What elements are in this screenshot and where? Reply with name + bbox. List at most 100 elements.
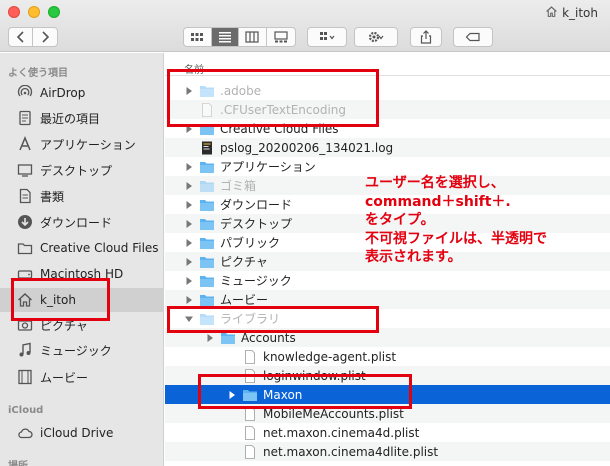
folder-icon [199,217,215,231]
annotation-line: 表示されます。 [365,249,462,265]
document-icon [242,425,258,440]
documents-icon [16,188,34,204]
file-name: pslog_20200206_134021.log [220,140,394,155]
sidebar-item-applications[interactable]: アプリケーション [0,132,163,156]
folder-icon [199,255,215,269]
back-button[interactable] [9,28,33,46]
sidebar-item-creative-cloud-files[interactable]: Creative Cloud Files [0,236,163,260]
sidebar-item-label: アプリケーション [40,137,136,152]
list-view-button[interactable] [211,28,240,46]
log-file-icon [199,141,215,155]
file-name: ゴミ箱 [220,179,257,193]
tags-button[interactable] [453,27,493,47]
folder-icon [199,198,215,212]
share-button[interactable] [410,27,442,47]
annotation-line: ユーザー名を選択し、 [365,175,505,191]
airdrop-icon [16,85,34,101]
folder-icon [16,240,34,256]
sidebar-item-movies[interactable]: ムービー [0,365,163,389]
icon-view-button[interactable] [184,28,212,46]
sidebar-section-icloud: iCloud [8,405,44,416]
sidebar-item-label: iCloud Drive [40,426,114,440]
file-name: アプリケーション [220,160,316,174]
file-name: ピクチャ [220,255,268,269]
zoom-window-button[interactable] [48,6,60,18]
disclosure-triangle-right-icon[interactable] [184,276,194,286]
disclosure-triangle-right-icon[interactable] [184,162,194,172]
folder-icon [199,274,215,288]
sidebar-section-locations: 場所 [8,457,28,466]
document-icon [242,349,258,364]
sidebar-item-downloads[interactable]: ダウンロード [0,210,163,234]
annotation-line: 不可視ファイルは、半透明で [365,230,547,247]
window-title: k_itoh [545,5,598,21]
sidebar-item-music[interactable]: ミュージック [0,338,163,362]
nav-buttons [8,27,58,47]
view-mode-control [183,27,296,47]
sidebar-item-label: ダウンロード [40,215,113,230]
annotation-line: をタイプ。 [365,212,435,228]
action-menu-button[interactable] [354,27,398,47]
instruction-annotation: ユーザー名を選択し、 command＋shift＋. をタイプ。 不可視ファイル… [365,174,605,267]
file-row[interactable]: net.maxon.cinema4d.plist [165,423,610,442]
chevron-right-icon [42,31,50,43]
sidebar-section-favorites: よく使う項目 [8,68,68,79]
disclosure-triangle-right-icon[interactable] [184,295,194,305]
film-icon [16,369,34,385]
applications-icon [16,136,34,152]
group-by-button[interactable] [307,27,347,47]
disclosure-triangle-right-icon[interactable] [184,257,194,267]
highlight-box-hidden-files [167,69,379,127]
sidebar-item-icloud-drive[interactable]: iCloud Drive [0,421,163,445]
group-icon [320,32,335,40]
sidebar-item-label: AirDrop [40,86,86,100]
minimize-window-button[interactable] [28,6,40,18]
share-icon [420,30,432,44]
sidebar-item-label: デスクトップ [40,163,113,178]
gear-icon [368,31,384,43]
window-toolbar: k_itoh [0,0,610,52]
close-window-button[interactable] [8,6,20,18]
disclosure-triangle-right-icon[interactable] [184,200,194,210]
gallery-icon [274,31,288,43]
column-view-button[interactable] [239,28,267,46]
disclosure-triangle-right-icon[interactable] [184,219,194,229]
disclosure-triangle-right-icon[interactable] [205,333,215,343]
sidebar-item-label: Creative Cloud Files [40,241,159,255]
file-row[interactable]: knowledge-agent.plist [165,347,610,366]
list-icon [218,32,231,43]
sidebar-item-documents[interactable]: 書類 [0,184,163,208]
sidebar-item-airdrop[interactable]: AirDrop [0,81,163,105]
file-name: net.maxon.cinema4dlite.plist [263,444,439,459]
file-name: ダウンロード [220,198,293,212]
home-icon [545,5,558,21]
highlight-box-library [167,306,379,333]
sidebar-item-label: ミュージック [40,343,112,358]
file-row[interactable]: net.maxon.cinema4dlite.plist [165,442,610,461]
highlight-box-home-folder [11,278,110,321]
document-icon [242,444,258,459]
tag-icon [465,32,480,42]
folder-icon [199,293,215,307]
sidebar-item-desktop[interactable]: デスクトップ [0,158,163,182]
file-row[interactable]: pslog_20200206_134021.log [165,138,610,157]
downloads-icon [16,214,34,230]
folder-icon [199,236,215,250]
forward-button[interactable] [33,28,57,46]
folder-row[interactable]: ミュージック [165,271,610,290]
recents-icon [16,110,34,126]
disclosure-triangle-right-icon[interactable] [184,181,194,191]
sidebar-item-label: 書類 [40,189,65,204]
sidebar-item-recents[interactable]: 最近の項目 [0,106,163,130]
sidebar-item-label: 最近の項目 [40,111,101,126]
grid-icon [191,33,204,41]
file-name: net.maxon.cinema4d.plist [263,425,420,440]
sidebar: よく使う項目 AirDrop 最近の項目 アプリケーション デスクトップ 書類 … [0,53,164,466]
gallery-view-button[interactable] [267,28,295,46]
disclosure-triangle-right-icon[interactable] [184,238,194,248]
columns-icon [245,31,259,43]
file-name: デスクトップ [220,217,293,231]
